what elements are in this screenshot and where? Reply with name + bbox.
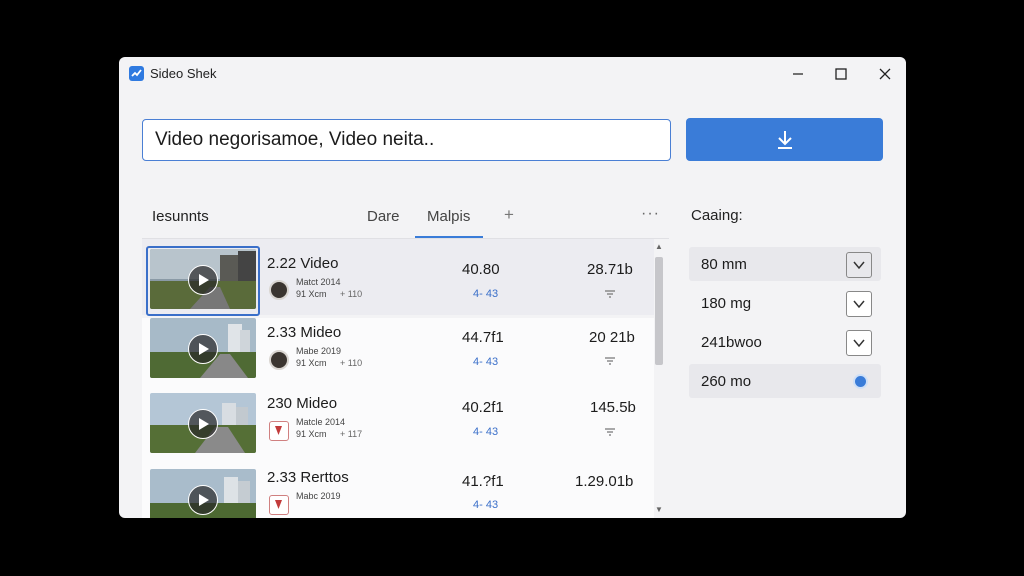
checkmark-icon — [853, 339, 865, 348]
bookmark-icon — [269, 421, 289, 441]
maximize-button[interactable] — [826, 63, 856, 85]
bookmark-icon — [269, 495, 289, 515]
app-logo-icon — [129, 66, 144, 81]
video-count: + 110 — [340, 358, 363, 368]
video-size: 91 Xcm — [296, 429, 327, 439]
caching-heading: Caaing: — [691, 207, 743, 224]
list-item[interactable]: 230 Mideo Matcle 2014 91 Xcm + 117 40.2f… — [142, 391, 654, 467]
list-item[interactable]: 2.22 Video Matct 2014 91 Xcm + 110 40.80… — [142, 239, 654, 316]
play-icon[interactable] — [188, 409, 218, 439]
duration-sub: 4- 43 — [473, 356, 499, 368]
tab-date[interactable]: Dare — [367, 208, 400, 225]
duration-value: 40.2f1 — [462, 399, 504, 416]
add-tab-button[interactable]: + — [504, 205, 514, 225]
checkbox[interactable] — [846, 291, 872, 317]
stack-icon — [605, 428, 615, 436]
minimize-button[interactable] — [783, 63, 813, 85]
video-thumbnail[interactable] — [150, 393, 256, 453]
channel-avatar-icon — [269, 350, 289, 370]
stack-icon — [605, 290, 615, 298]
scroll-thumb[interactable] — [655, 257, 663, 365]
duration-sub: 4- 43 — [473, 426, 499, 438]
video-size: 91 Xcm — [296, 358, 327, 368]
radio-selected-icon[interactable] — [853, 374, 868, 389]
video-date: Mabe 2019 — [296, 346, 342, 356]
option-label: 80 mm — [701, 256, 747, 273]
option-label: 260 mo — [701, 373, 752, 390]
file-size: 28.71b — [587, 261, 633, 278]
duration-value: 44.7f1 — [462, 329, 504, 346]
checkbox[interactable] — [846, 252, 872, 278]
video-title: 2.33 Rerttos — [267, 469, 349, 486]
scroll-down-icon[interactable]: ▼ — [655, 505, 663, 514]
duration-value: 40.80 — [462, 261, 500, 278]
video-thumbnail[interactable] — [150, 249, 256, 309]
window-title: Sideo Shek — [150, 66, 217, 81]
checkmark-icon — [853, 261, 865, 270]
video-count: + 110 — [340, 289, 363, 299]
scroll-up-icon[interactable]: ▲ — [655, 242, 663, 251]
video-thumbnail[interactable] — [150, 318, 256, 378]
scrollbar[interactable]: ▲ ▼ — [653, 239, 665, 518]
video-date: Matct 2014 — [296, 277, 341, 287]
stack-icon — [605, 357, 615, 365]
download-button[interactable] — [686, 118, 883, 161]
list-item[interactable]: 2.33 Rerttos Mabc 2019 41.?f1 4- 43 1.29… — [142, 465, 654, 518]
duration-sub: 4- 43 — [473, 499, 499, 511]
play-icon[interactable] — [188, 485, 218, 515]
channel-avatar-icon — [269, 280, 289, 300]
video-list: 2.22 Video Matct 2014 91 Xcm + 110 40.80… — [142, 239, 654, 518]
duration-value: 41.?f1 — [462, 473, 504, 490]
caching-option[interactable]: 80 mm — [689, 247, 881, 281]
video-thumbnail[interactable] — [150, 469, 256, 518]
file-size: 1.29.01b — [575, 473, 634, 490]
download-icon — [777, 130, 792, 149]
close-button[interactable] — [870, 63, 900, 85]
more-options-icon[interactable]: ··· — [641, 205, 660, 223]
tab-malpis[interactable]: Malpis — [427, 208, 470, 225]
close-icon — [879, 68, 891, 80]
video-title: 2.22 Video — [267, 255, 339, 272]
maximize-icon — [835, 68, 847, 80]
caching-option[interactable]: 241bwoo — [689, 325, 881, 359]
video-date: Matcle 2014 — [296, 417, 346, 427]
results-heading: Iesunnts — [152, 208, 209, 225]
search-input[interactable]: Video negorisamoe, Video neita.. — [142, 119, 671, 161]
title-bar[interactable]: Sideo Shek — [119, 57, 906, 91]
video-date: Mabc 2019 — [296, 491, 341, 501]
checkmark-icon — [853, 300, 865, 309]
play-icon[interactable] — [188, 334, 218, 364]
minimize-icon — [793, 73, 803, 75]
video-count: + 117 — [340, 429, 363, 439]
play-icon[interactable] — [188, 265, 218, 295]
list-item[interactable]: 2.33 Mideo Mabe 2019 91 Xcm + 110 44.7f1… — [142, 318, 654, 394]
video-size: 91 Xcm — [296, 289, 327, 299]
duration-sub: 4- 43 — [473, 288, 499, 300]
option-label: 241bwoo — [701, 334, 762, 351]
caching-option[interactable]: 180 mg — [689, 286, 881, 320]
video-title: 2.33 Mideo — [267, 324, 342, 341]
video-title: 230 Mideo — [267, 395, 338, 412]
caching-option[interactable]: 260 mo — [689, 364, 881, 398]
file-size: 20 21b — [589, 329, 635, 346]
checkbox[interactable] — [846, 330, 872, 356]
file-size: 145.5b — [590, 399, 636, 416]
option-label: 180 mg — [701, 295, 752, 312]
app-window: Sideo Shek Video negorisamoe, Video neit… — [119, 57, 906, 518]
